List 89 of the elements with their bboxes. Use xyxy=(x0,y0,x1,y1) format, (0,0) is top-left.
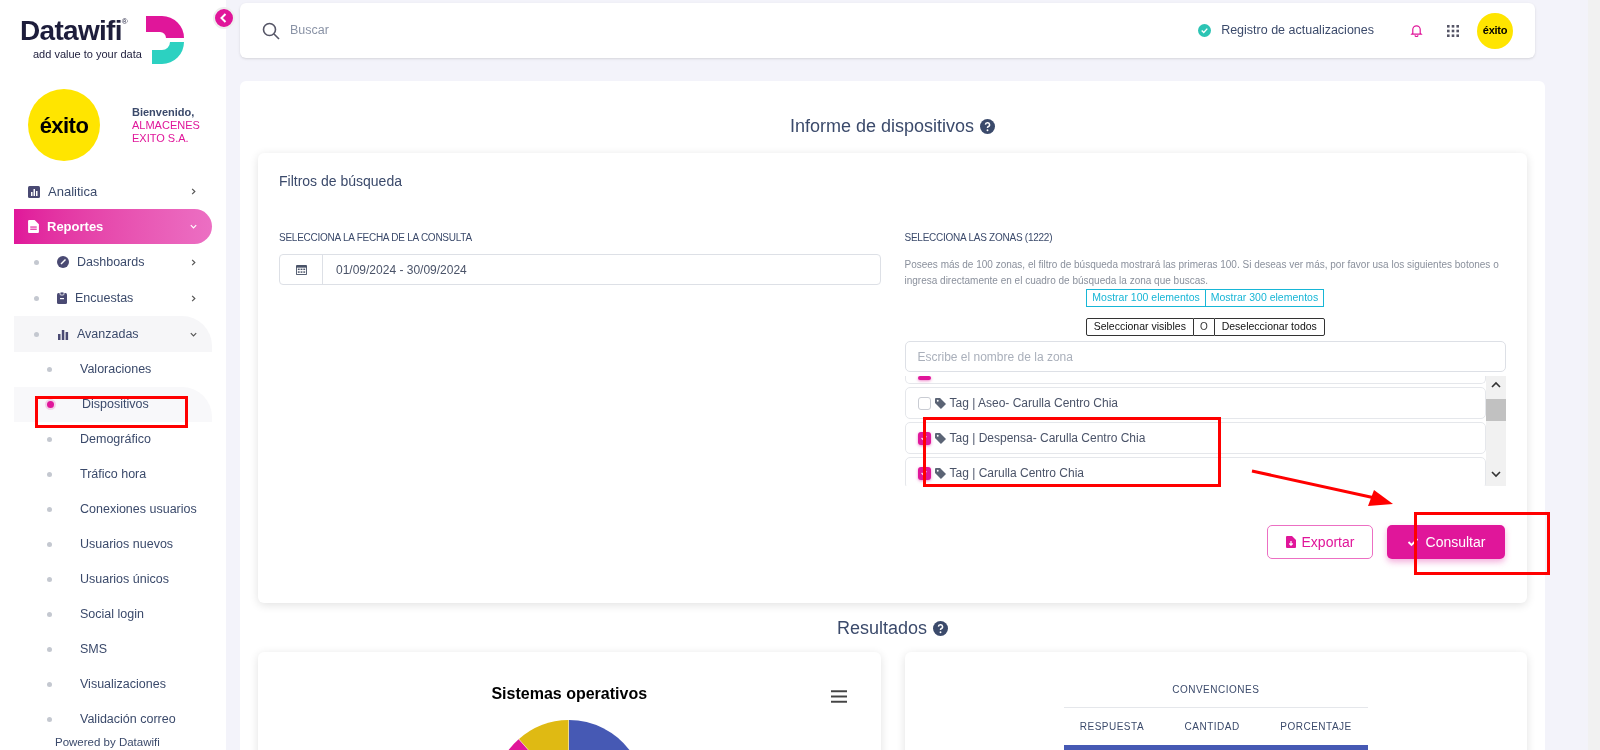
sidebar-item[interactable]: Valoraciones xyxy=(14,352,212,387)
sidebar-item[interactable]: Analitica xyxy=(14,174,212,209)
chevron-right-icon xyxy=(189,187,198,196)
zone-search-field[interactable]: Escribe el nombre de la zona xyxy=(904,341,1506,372)
bullet-icon xyxy=(47,437,52,442)
zone-option[interactable]: Tag | Despensa- Carulla Centro Chia xyxy=(904,422,1486,454)
bar-chart-icon xyxy=(28,185,40,198)
search-icon xyxy=(262,21,280,40)
sidebar-item[interactable]: Usuarios nuevos xyxy=(14,527,212,562)
sidebar-item[interactable]: Demográfico xyxy=(14,422,212,457)
tag-icon xyxy=(934,432,946,444)
bar-chart-icon xyxy=(57,328,69,340)
zone-option[interactable]: Tag | Carulla Centro Chia xyxy=(904,457,1486,486)
bullet-icon xyxy=(47,507,52,512)
sidebar-item[interactable]: Social login xyxy=(14,597,212,632)
help-icon[interactable] xyxy=(980,119,996,134)
company-name: ALMACENES EXITO S.A. xyxy=(132,118,201,145)
checkbox[interactable] xyxy=(917,376,931,380)
sidebar-item[interactable]: Tráfico hora xyxy=(14,457,212,492)
help-icon[interactable] xyxy=(933,621,949,636)
sidebar-item[interactable]: Validación correo xyxy=(14,702,212,737)
check-icon xyxy=(1406,536,1419,548)
scrollbar[interactable] xyxy=(1486,376,1506,486)
select-visible-button[interactable]: Seleccionar visibles xyxy=(1085,318,1194,336)
file-download-icon xyxy=(1285,536,1296,548)
document-icon xyxy=(28,220,39,233)
bullet-icon xyxy=(47,472,52,477)
powered-by-text: Powered by Datawifi xyxy=(55,736,160,749)
sidebar-item[interactable]: Dashboards xyxy=(14,244,212,280)
clipboard-icon xyxy=(57,292,67,304)
sidebar-item[interactable]: Encuestas xyxy=(14,280,212,316)
tag-icon xyxy=(934,467,946,479)
or-separator-text: O xyxy=(1199,321,1208,333)
bullet-icon xyxy=(47,682,52,687)
check-icon xyxy=(920,469,928,477)
chevron-right-icon xyxy=(189,293,198,303)
deselect-all-button[interactable]: Deseleccionar todos xyxy=(1213,318,1325,336)
sidebar-item[interactable]: Avanzadas xyxy=(14,316,212,352)
registered-mark: ® xyxy=(121,16,128,26)
bullet-icon xyxy=(34,259,39,265)
sidebar-item[interactable]: SMS xyxy=(14,632,212,667)
zone-option[interactable]: Tag | Aseo- Carulla Centro Chia xyxy=(904,387,1486,419)
consult-button[interactable]: Consultar xyxy=(1387,525,1505,559)
gauge-icon xyxy=(57,256,69,268)
bullet-icon xyxy=(47,577,52,582)
sidebar-item[interactable]: Reportes xyxy=(14,209,212,244)
bell-icon[interactable] xyxy=(1410,24,1423,37)
filters-title: Filtros de búsqueda xyxy=(279,172,403,191)
checkbox[interactable] xyxy=(917,396,931,410)
bullet-icon xyxy=(47,647,52,652)
sidebar-item[interactable]: Dispositivos xyxy=(14,387,212,422)
check-circle-icon xyxy=(1198,24,1212,37)
column-header: CANTIDAD xyxy=(1184,720,1240,734)
calendar-icon xyxy=(295,264,307,275)
sidebar-item[interactable]: Conexiones usuarios xyxy=(14,492,212,527)
tag-icon xyxy=(934,397,946,409)
check-icon xyxy=(920,434,928,442)
brand-name: Datawifi xyxy=(20,16,122,46)
results-title: Resultados xyxy=(836,617,928,640)
user-avatar[interactable]: éxito xyxy=(1477,12,1513,49)
export-button[interactable]: Exportar xyxy=(1267,525,1373,559)
search-field[interactable]: Buscar xyxy=(290,21,590,40)
date-range-field[interactable]: 01/09/2024 - 30/09/2024 xyxy=(279,254,881,285)
welcome-text: Bienvenido, xyxy=(132,105,196,119)
bullet-icon xyxy=(47,717,52,722)
bullet-icon xyxy=(47,542,52,547)
column-header: RESPUESTA xyxy=(1079,720,1145,734)
chevron-right-icon xyxy=(189,257,198,267)
collapse-button[interactable] xyxy=(213,7,235,29)
menu-icon[interactable] xyxy=(830,690,847,703)
report-title: Informe de dispositivos xyxy=(789,115,975,138)
bullet-icon xyxy=(47,612,52,617)
sidebar-item[interactable]: Visualizaciones xyxy=(14,667,212,702)
legend-title: CONVENCIONES xyxy=(1063,682,1368,708)
chevron-down-icon xyxy=(189,222,198,231)
brand-tagline: add value to your data xyxy=(32,47,142,62)
bullet-icon xyxy=(47,367,52,372)
updates-link[interactable]: Registro de actualizaciones xyxy=(1221,21,1374,40)
sidebar-item[interactable]: Usuarios únicos xyxy=(14,562,212,597)
column-header: PORCENTAJE xyxy=(1280,720,1352,734)
chart-title: Sistemas operativos xyxy=(491,684,648,704)
zones-note: Posees más de 100 zonas, el filtro de búsqueda mostrará las primeras 100. Si deseas ver más, por favor usa los siguientes botones o ingresa directamente en el cuadro de búsqueda la zona que buscas. xyxy=(904,258,1500,288)
date-label: SELECCIONA LA FECHA DE LA CONSULTA xyxy=(279,231,473,245)
zones-label: SELECCIONA LAS ZONAS (1222) xyxy=(904,231,1054,245)
client-logo: éxito xyxy=(28,89,100,161)
bullet-icon xyxy=(34,295,39,301)
bullet-icon xyxy=(47,401,54,408)
bullet-icon xyxy=(34,331,39,337)
apps-grid-icon[interactable] xyxy=(1447,24,1459,37)
